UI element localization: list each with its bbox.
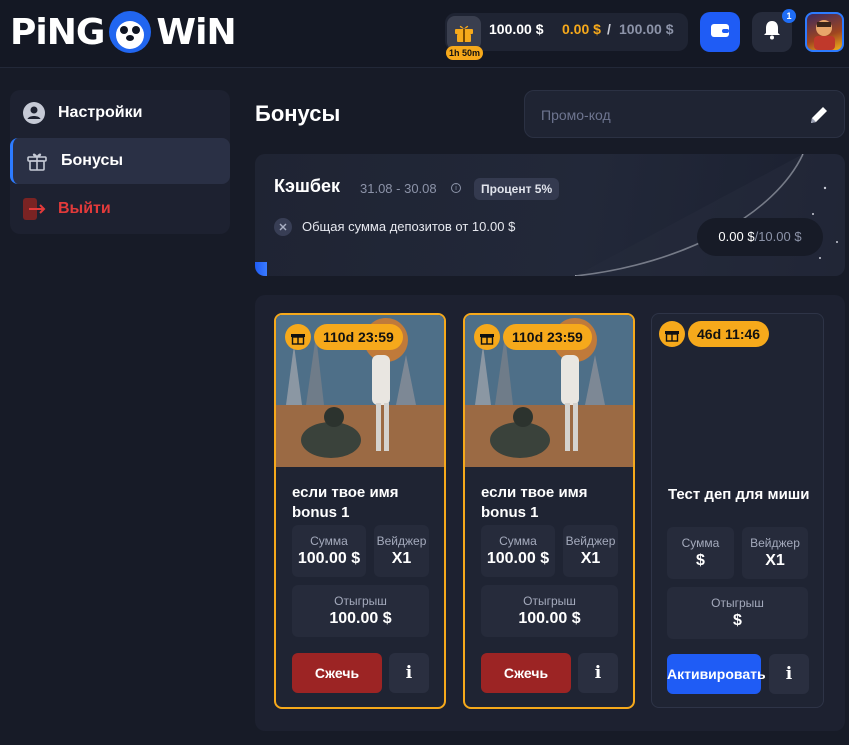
cashback-decoration [575, 154, 845, 276]
bonus-title: если твое имя bonus 1 [481, 484, 588, 521]
stat-value: $ [696, 552, 705, 569]
stat-value: 100.00 $ [297, 550, 361, 567]
gift-timer: 1h 50m [446, 46, 483, 60]
cashback-progress-current: 0.00 $ [718, 229, 755, 244]
wallet-button[interactable] [700, 12, 740, 52]
promo-code-field[interactable] [524, 90, 845, 138]
timer-pill: 110d 23:59 [503, 324, 592, 350]
promo-code-input[interactable] [541, 105, 801, 125]
balance-main: 100.00 $ [489, 21, 544, 37]
bonus-card: 110d 23:59 если твое имя bonus 1 Сумма 1… [463, 313, 635, 709]
balance-bonus: 0.00 $ [562, 21, 601, 37]
cashback-progress-target: /10.00 $ [754, 229, 802, 244]
user-icon [22, 101, 46, 125]
info-button[interactable]: i [578, 653, 618, 693]
bell-icon [763, 20, 781, 45]
cashback-progress-bar [255, 262, 267, 276]
bonus-wager: Вейджер X1 [563, 525, 618, 577]
burn-button[interactable]: Сжечь [481, 653, 571, 693]
sidebar: Настройки Бонусы Выйти [10, 90, 230, 234]
bonus-timer: 110d 23:59 [474, 324, 592, 350]
bonus-title: Тест деп для миши [668, 486, 810, 503]
cashback-dates: 31.08 - 30.08 [360, 181, 437, 196]
bonus-wager: Вейджер X1 [742, 527, 808, 579]
stat-label: Сумма [310, 534, 348, 548]
stat-label: Вейджер [565, 534, 616, 548]
bonus-winnings: Отыгрыш 100.00 $ [292, 585, 429, 637]
gift-icon [25, 149, 49, 173]
cashback-card: Кэшбек 31.08 - 30.08 i Процент 5% Общая … [255, 154, 845, 276]
bonus-timer: 46d 11:46 [659, 321, 770, 347]
gift-icon[interactable] [447, 16, 481, 50]
stat-value: X1 [580, 550, 601, 567]
sidebar-item-label: Настройки [58, 104, 143, 121]
activate-button[interactable]: Активировать [667, 654, 766, 694]
pencil-icon[interactable] [808, 104, 830, 126]
bonus-sum: Сумма 100.00 $ [481, 525, 555, 577]
gift-icon [474, 324, 500, 350]
cashback-percent-badge: Процент 5% [474, 178, 560, 200]
stat-value: X1 [391, 550, 412, 567]
bonus-card: 110d 23:59 если твое имя bonus 1 Сумма 1… [274, 313, 446, 709]
gift-icon [659, 321, 685, 347]
timer-pill: 110d 23:59 [314, 324, 403, 350]
bonus-sum: Сумма $ [667, 527, 734, 579]
logo-left-text: PiNG [10, 11, 105, 53]
timer-pill: 46d 11:46 [688, 321, 770, 347]
info-button[interactable]: i [389, 653, 429, 693]
page-title: Бонусы [255, 101, 341, 126]
bonus-wager: Вейджер X1 [374, 525, 429, 577]
bonus-winnings: Отыгрыш 100.00 $ [481, 585, 618, 637]
close-circle-icon [274, 218, 292, 236]
logout-icon [22, 197, 46, 221]
notification-badge: 1 [782, 9, 796, 23]
stat-value: 100.00 $ [486, 550, 550, 567]
logo-right-text: WiN [156, 11, 236, 53]
stat-label: Отыгрыш [334, 594, 387, 608]
balance-separator: / [607, 21, 611, 37]
info-icon[interactable]: i [451, 183, 461, 193]
header: PiNG WiN 1h 50m 100.00 $ 0.00 $ / 100.00… [0, 0, 849, 68]
stat-label: Вейджер [750, 536, 800, 550]
cashback-title: Кэшбек [274, 176, 341, 196]
penguin-logo-icon [107, 9, 153, 55]
bonus-card: 46d 11:46 Тест деп для миши Сумма $ Вейд… [651, 313, 824, 708]
stat-value: 100.00 $ [329, 610, 392, 627]
sidebar-item-label: Выйти [58, 200, 111, 217]
stat-label: Отыгрыш [523, 594, 576, 608]
bonus-sum: Сумма 100.00 $ [292, 525, 366, 577]
bonus-title: если твое имя bonus 1 [292, 484, 399, 521]
sidebar-item-logout[interactable]: Выйти [10, 186, 230, 232]
cashback-condition: Общая сумма депозитов от 10.00 $ [302, 219, 516, 234]
stat-label: Вейджер [376, 534, 427, 548]
stat-value: $ [733, 612, 742, 629]
stat-label: Сумма [681, 536, 720, 550]
wallet-icon [710, 21, 730, 44]
info-button[interactable]: i [769, 654, 809, 694]
gift-icon [285, 324, 311, 350]
avatar[interactable] [805, 12, 844, 52]
stat-label: Сумма [499, 534, 537, 548]
bonus-timer: 110d 23:59 [285, 324, 403, 350]
sidebar-item-settings[interactable]: Настройки [10, 90, 230, 136]
sidebar-item-bonuses[interactable]: Бонусы [10, 138, 230, 184]
sidebar-item-label: Бонусы [61, 152, 123, 169]
cashback-progress: 0.00 $/10.00 $ [697, 218, 823, 256]
stat-value: X1 [765, 552, 785, 569]
burn-button[interactable]: Сжечь [292, 653, 382, 693]
bonus-winnings: Отыгрыш $ [667, 587, 808, 639]
stat-label: Отыгрыш [711, 596, 764, 610]
stat-value: 100.00 $ [518, 610, 581, 627]
balance-total: 100.00 $ [619, 21, 674, 37]
logo[interactable]: PiNG WiN [10, 9, 237, 55]
